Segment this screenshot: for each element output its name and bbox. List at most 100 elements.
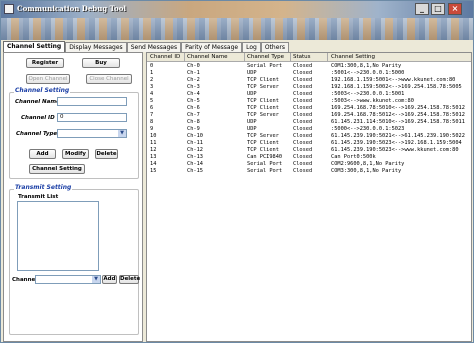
table-row[interactable]: 12 Ch-12 TCP Client Closed 61.145.239.190:50… [147, 147, 471, 154]
table-row[interactable]: 2 Ch-2 TCP Client Closed 192.168.1.159:5001<… [147, 77, 471, 84]
minimize-button[interactable]: _ [415, 3, 429, 15]
table-cell: Ch-7 [187, 112, 200, 118]
table-cell: TCP Client [247, 147, 279, 153]
table-cell: Serial Port [247, 63, 283, 69]
chevron-down-icon[interactable]: ▼ [92, 276, 100, 283]
column-header[interactable]: Channel ID [150, 54, 180, 60]
add-channel-button[interactable]: Add [29, 149, 56, 159]
table-cell: Ch-2 [187, 77, 200, 83]
table-row[interactable]: 9 Ch-9 UDP Closed:5000<-->230.0.0.1:5023 [147, 126, 471, 133]
table-row[interactable]: 7 Ch-7 TCP Server Closed 169.254.168.78:5012… [147, 112, 471, 119]
table-cell: 14 [150, 161, 157, 167]
table-cell: TCP Client [247, 105, 279, 111]
table-row[interactable]: 6 Ch-6 TCP Client Closed 169.254.168.78:5010… [147, 105, 471, 112]
table-cell: Closed [293, 98, 313, 104]
table-cell: UDP [247, 91, 257, 97]
table-cell: Serial Port [247, 161, 283, 167]
table-cell: Ch-1 [187, 70, 200, 76]
table-cell: :5003<-->230.0.0.1:5001 [331, 91, 405, 97]
column-header[interactable]: Channel Setting [331, 54, 375, 60]
table-row[interactable]: 10 Ch-10 TCP Server Closed 61.145.239.190:50… [147, 133, 471, 140]
table-row[interactable]: 0 Ch-0 Serial Port Closed COM1:300,8,1,No Pa… [147, 63, 471, 70]
table-row[interactable]: 1 Ch-1 UDP Closed:5001<-->230.0.0.1:5000 [147, 70, 471, 77]
channel-name-label: Channel Name [15, 99, 60, 105]
table-cell: Can Port0:500k [331, 154, 376, 160]
table-cell: Ch-11 [187, 140, 203, 146]
channel-id-input[interactable]: 0 [57, 113, 127, 122]
tab-bar: Channel Setting Display Messages Send Me… [3, 41, 289, 52]
table-row[interactable]: 4 Ch-4 UDP Closed:5003<-->230.0.0.1:5001 [147, 91, 471, 98]
table-cell: Ch-9 [187, 126, 200, 132]
channel-setting-button[interactable]: Channel Setting [29, 164, 85, 174]
table-cell: 15 [150, 168, 157, 174]
column-header[interactable]: Channel Type [247, 54, 284, 60]
table-row[interactable]: 15 Ch-15 Serial Port Closed COM3:300,8,1,No … [147, 168, 471, 175]
window-title: Communication Debug Tool [17, 4, 127, 13]
table-cell: 1 [150, 70, 154, 76]
tab-parity-of-message[interactable]: Parity of Message [181, 42, 243, 52]
chevron-down-icon[interactable]: ▼ [118, 130, 126, 137]
tab-channel-setting[interactable]: Channel Setting [3, 41, 66, 52]
table-row[interactable]: 14 Ch-14 Serial Port Closed COM2:9600,8,1,No… [147, 161, 471, 168]
transmit-delete-button[interactable]: Delete [119, 275, 140, 284]
open-channel-button[interactable]: Open Channel [26, 74, 70, 84]
banner-image [1, 18, 473, 40]
transmit-add-button[interactable]: Add [102, 275, 117, 284]
column-header[interactable]: Channel Name [187, 54, 228, 60]
maximize-button[interactable]: □ [431, 3, 445, 15]
table-cell: COM2:9600,8,1,No Parity [331, 161, 405, 167]
app-icon [4, 4, 14, 14]
tab-display-messages[interactable]: Display Messages [65, 42, 127, 52]
table-cell: Closed [293, 168, 313, 174]
table-cell: Ch-15 [187, 168, 203, 174]
table-cell: Closed [293, 112, 313, 118]
register-button[interactable]: Register [26, 58, 64, 68]
transmit-list[interactable] [17, 201, 99, 271]
table-cell: 7 [150, 112, 154, 118]
column-header[interactable]: Status [293, 54, 311, 60]
buy-button[interactable]: Buy [82, 58, 120, 68]
channel-id-label: Channel ID [21, 115, 55, 121]
table-cell: 169.254.168.78:5012<-->169.254.158.78:50… [331, 112, 465, 118]
table-cell: Closed [293, 147, 313, 153]
table-row[interactable]: 5 Ch-5 TCP Client Closed:5003<-->www.kkunet… [147, 98, 471, 105]
table-row[interactable]: 13 Ch-13 Can PCI9840 Closed Can Port0:500k [147, 154, 471, 161]
title-bar[interactable]: Communication Debug Tool _ □ × [1, 1, 473, 18]
transmit-list-label: Transmit List [18, 194, 59, 200]
table-row[interactable]: 11 Ch-11 TCP Client Closed 61.145.239.190:50… [147, 140, 471, 147]
table-header: Channel ID Channel Name Channel Type Sta… [147, 53, 471, 62]
table-cell: 8 [150, 119, 154, 125]
table-row[interactable]: 3 Ch-3 TCP Server Closed 192.168.1.159:5002<… [147, 84, 471, 91]
table-cell: Closed [293, 91, 313, 97]
close-button[interactable]: × [448, 3, 462, 15]
tab-log[interactable]: Log [242, 42, 261, 52]
table-cell: 61.145.239.190:5023<-->192.168.1.159:500… [331, 140, 462, 146]
table-cell: Ch-14 [187, 161, 203, 167]
table-cell: Closed [293, 63, 313, 69]
close-channel-button[interactable]: Close Channel [86, 74, 132, 84]
tab-others[interactable]: Others [260, 42, 289, 52]
table-cell: TCP Server [247, 133, 279, 139]
table-cell: 13 [150, 154, 157, 160]
tab-send-messages[interactable]: Send Messages [126, 42, 182, 52]
table-cell: Serial Port [247, 168, 283, 174]
table-row[interactable]: 8 Ch-8 UDP Closed 61.145.231.114:5010<-->169… [147, 119, 471, 126]
table-cell: TCP Server [247, 84, 279, 90]
table-cell: Closed [293, 119, 313, 125]
delete-channel-button[interactable]: Delete [95, 149, 118, 159]
channel-name-input[interactable] [57, 97, 127, 106]
table-cell: Closed [293, 105, 313, 111]
channel-table[interactable]: Channel ID Channel Name Channel Type Sta… [146, 52, 472, 342]
table-cell: 5 [150, 98, 154, 104]
table-cell: UDP [247, 70, 257, 76]
table-cell: :5000<-->230.0.0.1:5023 [331, 126, 405, 132]
table-cell: Closed [293, 133, 313, 139]
table-cell: Closed [293, 154, 313, 160]
table-cell: Ch-8 [187, 119, 200, 125]
channel-type-select[interactable]: ▼ [57, 129, 127, 138]
transmit-channel-select[interactable]: ▼ [35, 275, 101, 284]
modify-channel-button[interactable]: Modify [62, 149, 89, 159]
table-cell: 192.168.1.159:5002<-->169.254.158.78:500… [331, 84, 462, 90]
table-cell: 61.145.239.190:5023<-->www.kkunet.com:80 [331, 147, 459, 153]
channel-setting-group-label: Channel Setting [14, 87, 71, 94]
